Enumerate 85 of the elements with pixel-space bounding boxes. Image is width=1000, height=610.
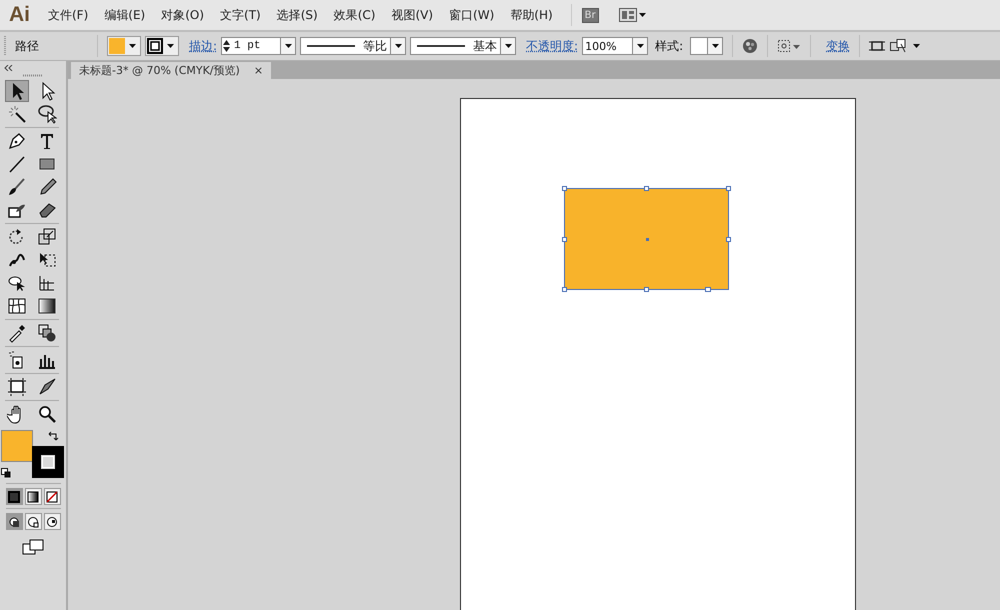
stroke-swatch[interactable] xyxy=(32,446,64,478)
draw-mode-button[interactable] xyxy=(24,513,42,530)
caret-icon xyxy=(636,44,644,48)
caret-icon xyxy=(394,44,402,48)
align-selection-icon[interactable] xyxy=(777,39,802,53)
graphic-style-dropdown[interactable] xyxy=(690,37,724,55)
artboard-icon xyxy=(7,377,27,397)
none-mode-icon xyxy=(45,490,59,504)
menu-item[interactable]: 帮助(H) xyxy=(502,6,561,24)
selection-handle[interactable] xyxy=(644,186,649,191)
collapse-panel-icon[interactable] xyxy=(4,65,14,71)
draw-mode-button[interactable] xyxy=(44,513,60,530)
spinner-arrows-icon xyxy=(222,38,232,54)
magic-wand-icon xyxy=(7,104,27,124)
menu-item[interactable]: 效果(C) xyxy=(326,6,384,24)
none-mode-button[interactable] xyxy=(44,488,60,505)
slice-knife-icon xyxy=(37,377,57,397)
menu-item[interactable]: 窗口(W) xyxy=(441,6,502,24)
menu-item[interactable]: 文件(F) xyxy=(40,6,96,24)
panel-grip-icon xyxy=(4,35,8,57)
perspective-grid-icon xyxy=(37,273,57,293)
stroke-line-icon xyxy=(417,44,466,48)
blend-icon xyxy=(37,323,57,343)
variable-width-profile-dropdown[interactable]: 等比 xyxy=(300,37,406,55)
selection-handle[interactable] xyxy=(705,287,711,292)
line-icon xyxy=(7,154,27,174)
fill-swatch[interactable] xyxy=(1,430,33,462)
gradient-mode-icon xyxy=(26,490,40,504)
center-point xyxy=(646,238,649,241)
caret-icon xyxy=(129,44,136,48)
screen-mode-icon[interactable] xyxy=(22,539,44,555)
bounding-box-icon[interactable] xyxy=(869,39,886,53)
panel-grip-icon xyxy=(23,74,43,77)
scale-icon xyxy=(37,227,57,247)
opacity-link[interactable]: 不透明度: xyxy=(526,38,578,54)
gradient-mode-button[interactable] xyxy=(24,488,42,505)
selection-handle[interactable] xyxy=(726,186,731,191)
menu-item[interactable]: 对象(O) xyxy=(153,6,212,24)
caret-icon xyxy=(167,44,174,48)
menu-item[interactable]: 选择(S) xyxy=(268,6,326,24)
color-mode-button[interactable] xyxy=(6,488,22,505)
brush-definition-dropdown[interactable]: 基本 xyxy=(410,37,516,55)
selection-handle[interactable] xyxy=(726,237,731,242)
zoom-icon xyxy=(37,404,57,424)
opacity-field[interactable]: 100% xyxy=(582,37,648,55)
selection-handle[interactable] xyxy=(644,287,649,292)
app-logo: Ai xyxy=(9,3,30,27)
default-colors-icon[interactable] xyxy=(1,468,11,478)
workspace-layout-icon[interactable] xyxy=(618,8,647,22)
selection-handle[interactable] xyxy=(562,237,567,242)
draw-mode-icon xyxy=(7,514,21,528)
mesh-icon xyxy=(7,296,27,316)
document-tab[interactable]: 未标题-3* @ 70% (CMYK/预览) × xyxy=(71,62,272,79)
eyedropper-icon xyxy=(7,323,27,343)
selection-handle[interactable] xyxy=(562,287,567,292)
menu-item[interactable]: 视图(V) xyxy=(383,6,442,24)
draw-mode-icon xyxy=(45,514,59,528)
style-label: 样式: xyxy=(655,38,684,54)
isolate-object-icon[interactable] xyxy=(889,38,922,54)
stroke-color-dropdown[interactable] xyxy=(145,36,179,56)
stroke-weight-field[interactable]: 1 pt xyxy=(221,37,296,55)
paintbrush-icon xyxy=(7,177,27,197)
lasso-icon xyxy=(37,104,57,124)
transform-link[interactable]: 变换 xyxy=(826,38,850,54)
selection-handle[interactable] xyxy=(562,186,567,191)
stroke-line-icon xyxy=(307,44,356,48)
stroke-link[interactable]: 描边: xyxy=(189,38,218,54)
menu-item[interactable]: 编辑(E) xyxy=(96,6,154,24)
caret-icon xyxy=(712,44,719,48)
fill-color-dropdown[interactable] xyxy=(107,36,141,56)
pen-nib-icon xyxy=(7,131,27,151)
selection-type-label: 路径 xyxy=(15,38,40,54)
caret-icon xyxy=(284,44,292,48)
recolor-artwork-icon[interactable] xyxy=(742,38,758,54)
swap-arrows-icon[interactable] xyxy=(47,430,59,442)
color-mode-icon xyxy=(7,490,21,504)
tool-button[interactable] xyxy=(5,376,29,398)
draw-mode-icon xyxy=(26,514,40,528)
gradient-icon xyxy=(37,296,57,316)
tool-button[interactable] xyxy=(5,80,29,102)
menu-item[interactable]: 文字(T) xyxy=(212,6,269,24)
caret-icon xyxy=(504,44,512,48)
close-tab-button[interactable]: × xyxy=(254,64,264,77)
stroke-swatch-icon xyxy=(147,38,163,54)
draw-mode-button[interactable] xyxy=(6,513,22,530)
